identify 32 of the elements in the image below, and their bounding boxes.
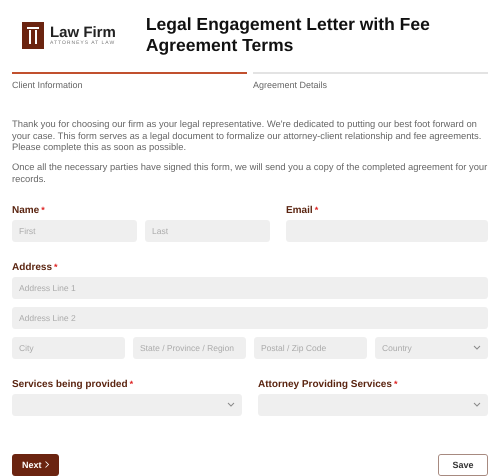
text-field[interactable]: Address Line 1 (12, 276, 488, 299)
save-button[interactable]: Save (438, 454, 488, 476)
chevron-down-icon (227, 402, 235, 408)
field-label: Name * (12, 204, 46, 216)
form-title: Legal Engagement Letter with Fee Agreement Terms (146, 14, 431, 56)
chevron-down-icon (473, 345, 481, 350)
step-tab[interactable]: Agreement Details (253, 72, 488, 90)
required-asterisk: * (314, 204, 318, 215)
text-field[interactable]: City (12, 336, 125, 359)
required-asterisk: * (130, 378, 134, 389)
field-label: Services being provided * (12, 378, 134, 390)
intro-paragraph: Once all the necessary parties have signed this form, we will send you a copy of the completed agreement for your records. (12, 161, 488, 185)
text-field[interactable]: Postal / Zip Code (254, 336, 367, 359)
field-label: Address * (12, 262, 59, 273)
text-field[interactable]: Address Line 2 (12, 306, 488, 329)
required-asterisk: * (54, 262, 58, 272)
field-label: Attorney Providing Services * (258, 378, 398, 390)
dropdown-field[interactable] (12, 394, 242, 416)
text-field[interactable]: Last (145, 220, 270, 242)
required-asterisk: * (41, 204, 45, 215)
step-tab[interactable]: Client Information (12, 72, 247, 90)
dropdown-field[interactable] (258, 394, 488, 416)
chevron-right-icon (44, 461, 49, 468)
intro-paragraph: Thank you for choosing our firm as your legal representative. We're dedicated to putting our best foot forward on your case. This form serves as a legal document to formalize our attorney-client relationship and fee agreements. Please complete this as soon as possible. (12, 118, 482, 154)
text-field[interactable]: State / Province / Region (133, 336, 246, 359)
required-asterisk: * (394, 378, 398, 389)
pillar-logo-icon (22, 22, 44, 48)
chevron-down-icon (473, 402, 481, 408)
next-button[interactable]: Next (12, 454, 59, 476)
logo-name: Law Firm (50, 24, 116, 40)
field-label: Email * (286, 204, 320, 216)
text-field[interactable]: First (12, 220, 137, 242)
